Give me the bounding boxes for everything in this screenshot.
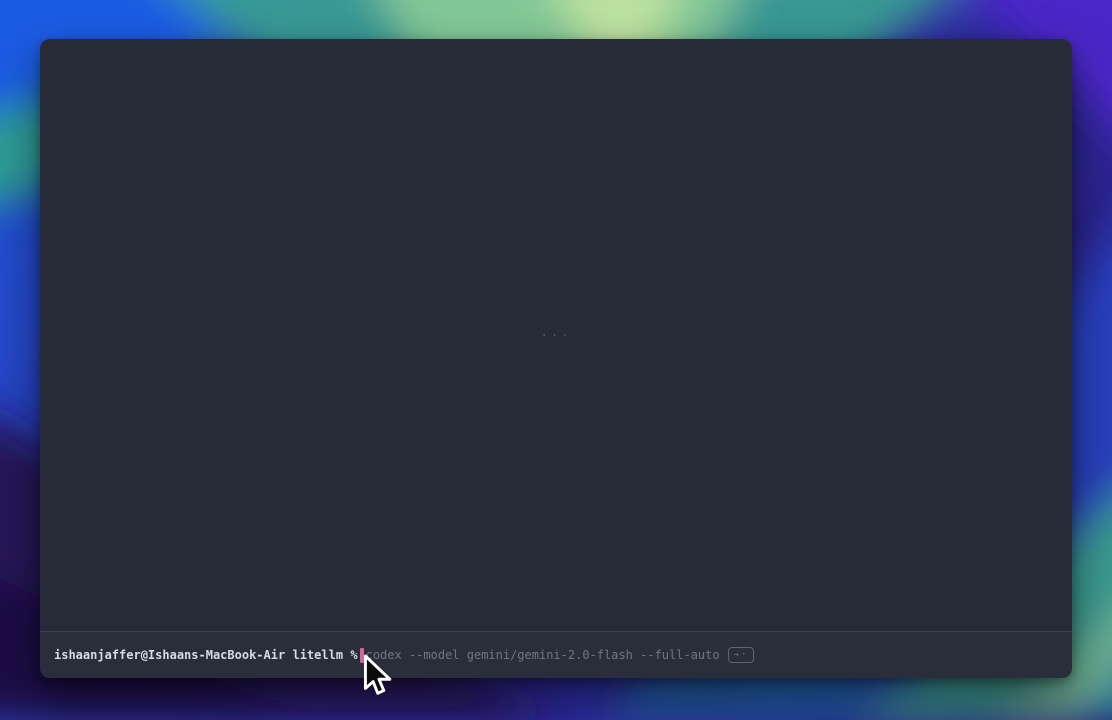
prompt-user-host: ishaanjaffer@Ishaans-MacBook-Air [54, 648, 285, 663]
desktop: ... ishaanjaffer@Ishaans-MacBook-Air lit… [0, 0, 1112, 720]
terminal-prompt-row[interactable]: ishaanjaffer@Ishaans-MacBook-Air litellm… [40, 631, 1072, 678]
prompt-symbol: % [350, 648, 357, 663]
mouse-pointer-icon [362, 654, 396, 702]
prompt-directory: litellm [292, 648, 343, 663]
autosuggestion-text: codex --model gemini/gemini-2.0-flash --… [366, 648, 720, 663]
tab-arrow-icon: →· [734, 649, 749, 661]
terminal-window[interactable]: ... ishaanjaffer@Ishaans-MacBook-Air lit… [40, 39, 1072, 678]
tab-hint-pill: →· [728, 647, 755, 663]
terminal-output-area[interactable]: ... [40, 39, 1072, 631]
loading-ellipsis: ... [541, 325, 572, 339]
